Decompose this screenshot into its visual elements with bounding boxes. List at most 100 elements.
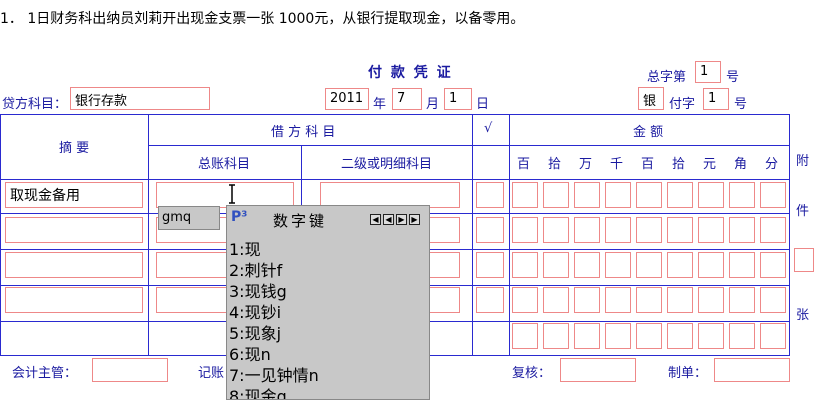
digit-header-thousand: 千	[610, 157, 624, 172]
ime-first-page-icon[interactable]: ◀	[370, 214, 381, 225]
amount-digit-field[interactable]	[636, 217, 662, 243]
amount-digit-field[interactable]	[636, 252, 662, 278]
attachment-count-field[interactable]	[794, 248, 814, 272]
amount-digit-field[interactable]	[729, 182, 755, 208]
digit-header-yuan: 元	[703, 157, 717, 172]
digit-header-fen: 分	[765, 157, 779, 172]
total-amount-digit-field[interactable]	[605, 323, 631, 349]
digit-header-wan: 万	[579, 157, 593, 172]
amount-digit-field[interactable]	[729, 217, 755, 243]
amount-digit-field[interactable]	[760, 252, 786, 278]
day-field[interactable]: 1	[444, 88, 472, 110]
reviewer-label: 复核：	[512, 366, 552, 381]
total-amount-digit-field[interactable]	[760, 323, 786, 349]
amount-digit-field[interactable]	[605, 252, 631, 278]
ime-prev-page-icon[interactable]: ◀	[383, 214, 394, 225]
maker-field[interactable]	[714, 358, 790, 382]
ime-last-page-icon[interactable]: ▶	[409, 214, 420, 225]
total-amount-digit-field[interactable]	[512, 323, 538, 349]
accountant-field[interactable]	[92, 358, 168, 382]
total-no-label: 总字第	[647, 70, 687, 85]
amount-digit-field[interactable]	[698, 287, 724, 313]
summary-field[interactable]	[5, 287, 143, 313]
ime-composition-input[interactable]: gmq	[158, 206, 220, 230]
amount-digit-field[interactable]	[636, 182, 662, 208]
amount-digit-field[interactable]	[667, 287, 693, 313]
amount-digit-field[interactable]	[605, 182, 631, 208]
ime-candidate-window[interactable]: P³ 数字键 ◀ ◀ ▶ ▶ 1:现 2:刺针f 3:现钱g 4:现钞i 5:现…	[226, 205, 430, 400]
amount-digit-field[interactable]	[512, 182, 538, 208]
amount-digit-field[interactable]	[574, 252, 600, 278]
maker-label: 制单：	[668, 366, 708, 381]
year-label: 年	[373, 97, 387, 112]
amount-digit-field[interactable]	[760, 182, 786, 208]
total-amount-digit-field[interactable]	[729, 323, 755, 349]
amount-digit-field[interactable]	[760, 287, 786, 313]
digit-header-jiao: 角	[734, 157, 748, 172]
month-label: 月	[426, 97, 440, 112]
digit-header-hundred-thousand: 百	[517, 157, 531, 172]
attachment-label-jian: 件	[796, 204, 810, 219]
check-field[interactable]	[476, 217, 504, 243]
amount-digit-field[interactable]	[729, 252, 755, 278]
reviewer-field[interactable]	[560, 358, 636, 382]
amount-digit-field[interactable]	[667, 252, 693, 278]
accountant-label: 会计主管：	[12, 366, 78, 381]
grid-line	[1, 179, 789, 180]
amount-digit-field[interactable]	[574, 182, 600, 208]
ime-next-page-icon[interactable]: ▶	[396, 214, 407, 225]
amount-digit-field[interactable]	[698, 217, 724, 243]
amount-digit-field[interactable]	[543, 217, 569, 243]
total-amount-digit-field[interactable]	[543, 323, 569, 349]
sub-ledger-header: 二级或明细科目	[341, 157, 433, 172]
month-field[interactable]: 7	[392, 88, 422, 110]
amount-digit-field[interactable]	[543, 182, 569, 208]
amount-digit-field[interactable]	[543, 252, 569, 278]
voucher-type-field[interactable]: 银	[638, 87, 664, 110]
total-amount-digit-field[interactable]	[667, 323, 693, 349]
amount-digit-field[interactable]	[698, 182, 724, 208]
pay-no-field[interactable]: 1	[703, 88, 729, 110]
credit-account-field[interactable]: 银行存款	[70, 87, 210, 110]
grid-line	[148, 145, 510, 146]
total-amount-digit-field[interactable]	[636, 323, 662, 349]
amount-digit-field[interactable]	[605, 287, 631, 313]
amount-digit-field[interactable]	[543, 287, 569, 313]
check-field[interactable]	[476, 182, 504, 208]
check-field[interactable]	[476, 252, 504, 278]
amount-digit-field[interactable]	[574, 217, 600, 243]
pay-no-label: 付字	[669, 97, 696, 112]
amount-digit-field[interactable]	[574, 287, 600, 313]
year-field[interactable]: 2011	[325, 88, 369, 110]
attachment-label-fu: 附	[796, 154, 810, 169]
day-label: 日	[476, 97, 490, 112]
digit-header-ten: 拾	[672, 157, 686, 172]
total-amount-digit-field[interactable]	[574, 323, 600, 349]
attachment-label-zhang: 张	[796, 308, 810, 323]
grid-line	[510, 145, 789, 146]
check-field[interactable]	[476, 287, 504, 313]
amount-digit-field[interactable]	[760, 217, 786, 243]
amount-digit-field[interactable]	[512, 287, 538, 313]
ime-logo-icon: P³	[231, 209, 248, 225]
amount-digit-field[interactable]	[512, 252, 538, 278]
ime-candidate-8[interactable]: 8:现金q	[229, 383, 287, 399]
amount-digit-field[interactable]	[729, 287, 755, 313]
voucher-title: 付 款 凭 证	[368, 65, 453, 81]
summary-field[interactable]	[5, 252, 143, 278]
digit-header-hundred: 百	[641, 157, 655, 172]
amount-header: 金 额	[633, 125, 664, 140]
amount-digit-field[interactable]	[698, 252, 724, 278]
pay-no-suffix: 号	[734, 97, 748, 112]
total-no-field[interactable]: 1	[695, 61, 721, 83]
amount-digit-field[interactable]	[667, 182, 693, 208]
amount-digit-field[interactable]	[667, 217, 693, 243]
summary-field[interactable]	[5, 217, 143, 243]
amount-digit-field[interactable]	[512, 217, 538, 243]
credit-account-label: 贷方科目：	[2, 97, 68, 112]
amount-digit-field[interactable]	[636, 287, 662, 313]
total-amount-digit-field[interactable]	[698, 323, 724, 349]
row1-summary-field[interactable]: 取现金备用	[5, 182, 143, 208]
amount-digit-field[interactable]	[605, 217, 631, 243]
digit-header-ten-thousand: 拾	[548, 157, 562, 172]
